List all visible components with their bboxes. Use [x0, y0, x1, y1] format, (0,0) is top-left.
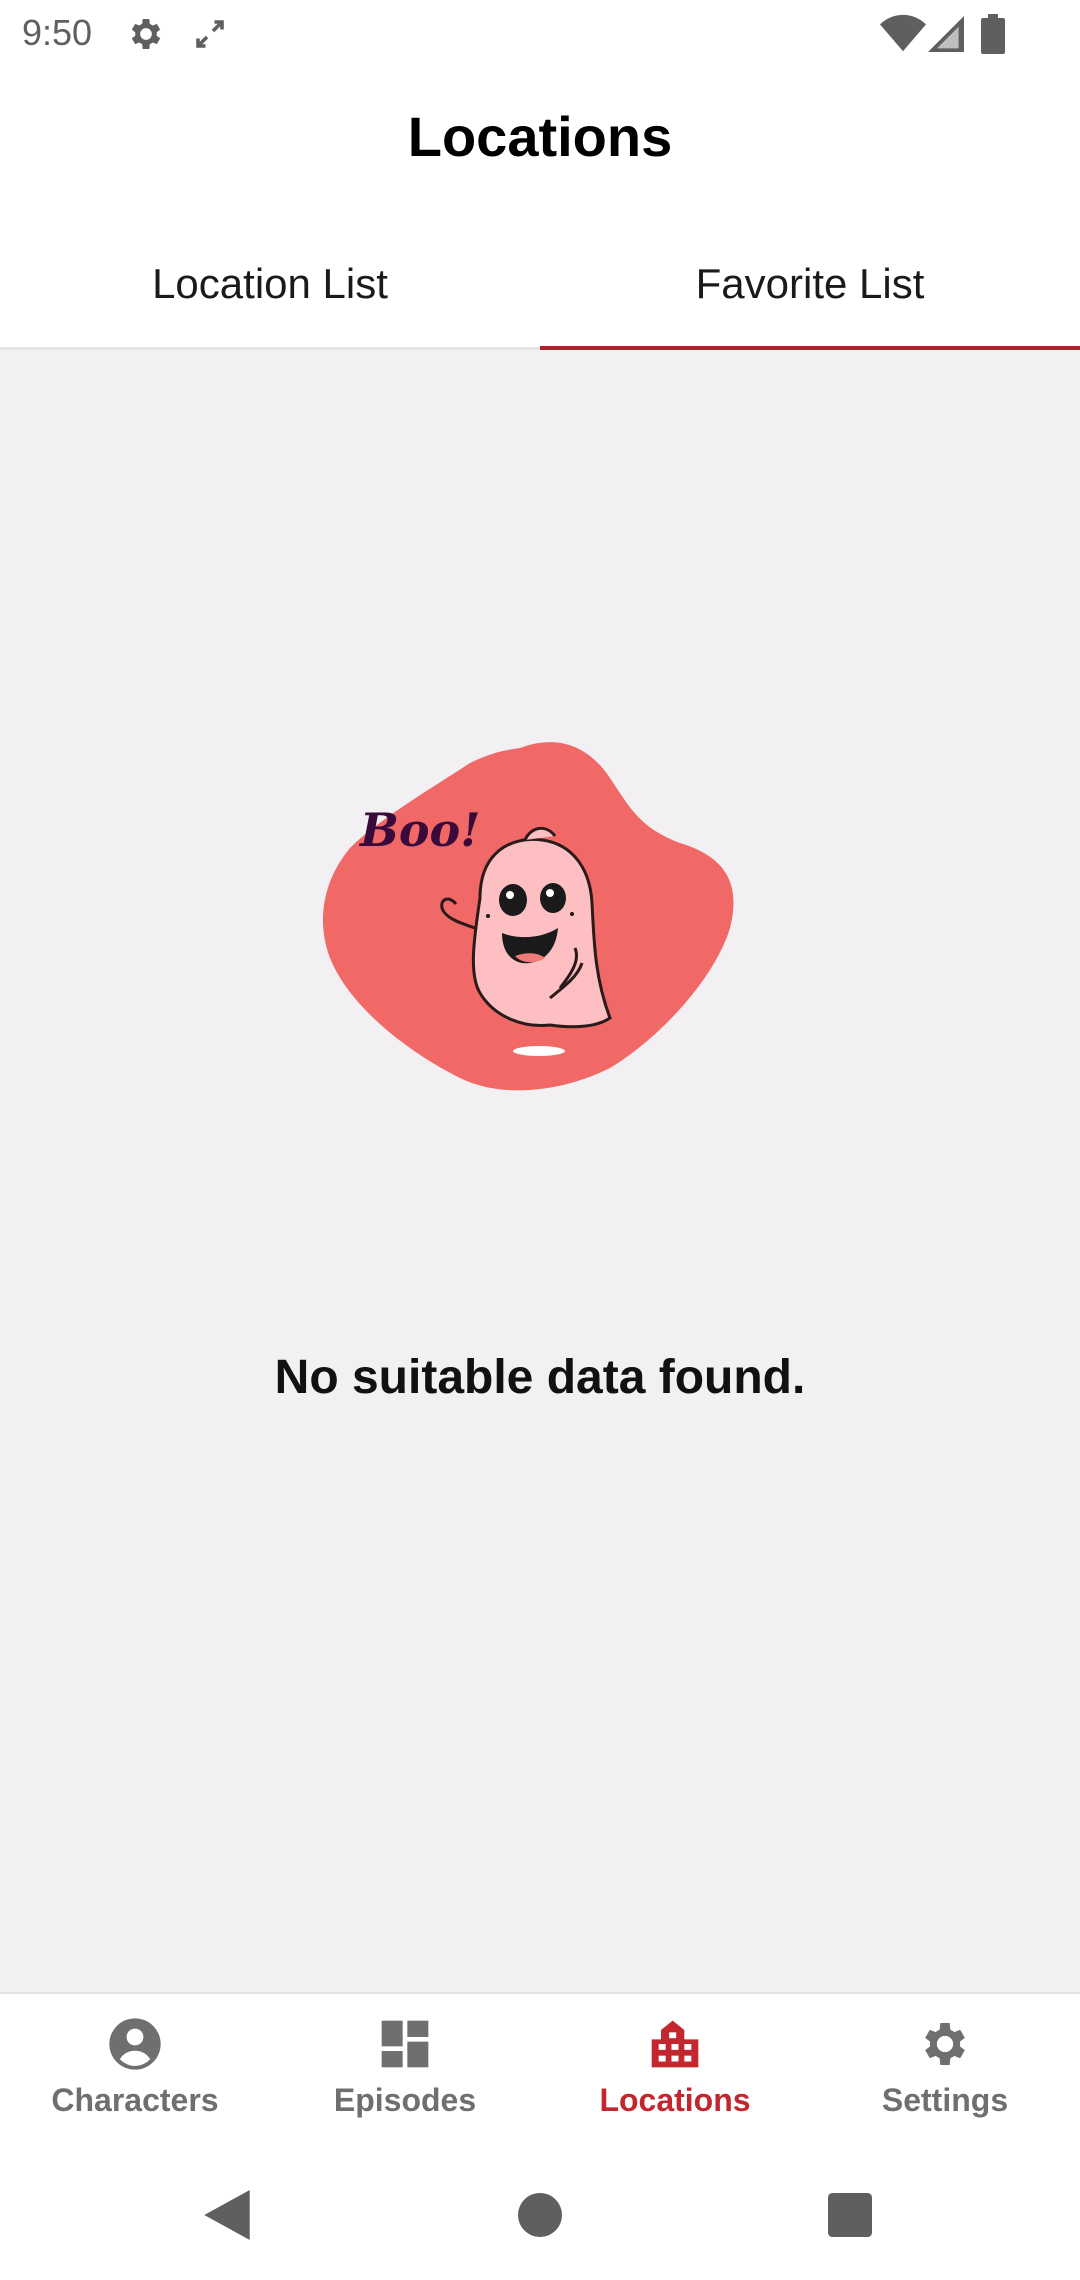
signal-icon	[928, 16, 964, 52]
nav-label: Episodes	[333, 2082, 477, 2118]
system-navigation-bar	[0, 2152, 1080, 2280]
bottom-navigation: Characters Episodes Locations Settings	[0, 1992, 1080, 2152]
dashboard-icon	[381, 2020, 429, 2068]
page-title: Locations	[407, 105, 673, 168]
nav-label: Characters	[51, 2082, 219, 2118]
nav-item-settings[interactable]: Settings	[810, 1994, 1080, 2154]
nav-item-locations[interactable]: Locations	[540, 1994, 810, 2154]
person-icon	[109, 2018, 161, 2070]
recents-icon[interactable]	[828, 2190, 872, 2240]
nav-item-characters[interactable]: Characters	[0, 1994, 270, 2154]
status-time: 9:50	[22, 12, 93, 53]
home-icon[interactable]	[518, 2190, 562, 2240]
gear-icon	[131, 19, 161, 49]
city-icon	[651, 2020, 699, 2068]
nav-item-episodes[interactable]: Episodes	[270, 1994, 540, 2154]
tab-label: Favorite List	[695, 260, 925, 307]
gear-icon	[925, 2023, 965, 2065]
top-app-bar: Locations	[0, 66, 1080, 218]
nav-label: Settings	[881, 2082, 1009, 2118]
content-area: Boo! No suitable data found.	[0, 350, 1080, 1992]
tab-label: Location List	[152, 260, 388, 307]
back-icon[interactable]	[204, 2190, 250, 2240]
status-bar: 9:50	[0, 0, 1080, 66]
wifi-icon	[880, 14, 926, 52]
battery-icon	[981, 14, 1005, 54]
tab-bar: Location List Favorite List	[0, 218, 1080, 352]
empty-state-message: No suitable data found.	[274, 1351, 806, 1404]
tab-location-list[interactable]: Location List	[0, 218, 540, 350]
nav-label: Locations	[599, 2082, 751, 2118]
rotate-icon	[196, 20, 224, 48]
boo-text: Boo!	[358, 803, 480, 857]
ghost-illustration: Boo!	[322, 742, 734, 1091]
tab-favorite-list[interactable]: Favorite List	[540, 218, 1080, 350]
